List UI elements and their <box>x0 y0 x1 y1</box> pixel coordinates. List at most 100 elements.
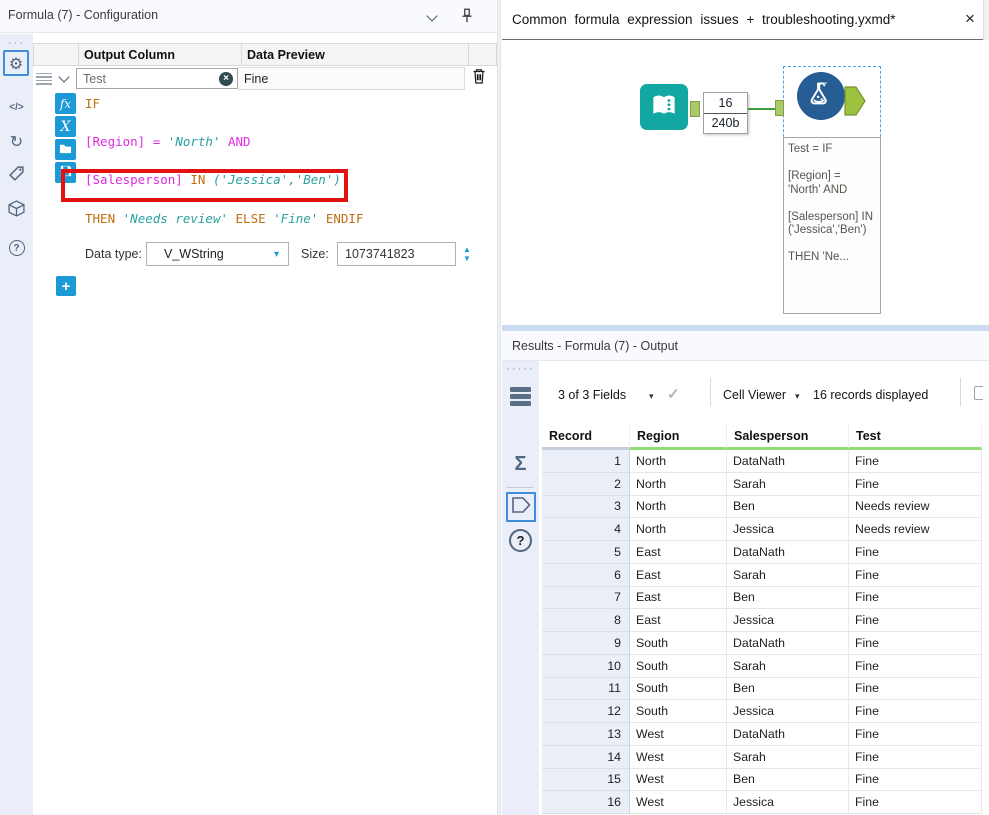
output-column-input[interactable]: Test × <box>76 68 238 89</box>
toolbar-overflow-icon[interactable] <box>974 386 983 400</box>
expression-line[interactable]: IF <box>85 96 485 134</box>
cell-sal: Sarah <box>727 563 849 587</box>
formula-field-row: Test × Fine <box>33 66 497 91</box>
tab-refresh[interactable]: ↻ <box>0 128 33 154</box>
cell-rec: 15 <box>542 768 630 792</box>
cell-reg: East <box>630 609 727 632</box>
tab-configuration[interactable]: ⚙ <box>3 50 29 76</box>
sidebar-divider <box>507 487 533 488</box>
input-anchor[interactable] <box>775 100 784 116</box>
workflow-canvas-panel: Common formula expression issues + troub… <box>502 0 989 331</box>
cell-reg: West <box>630 791 727 814</box>
clear-field-icon[interactable]: × <box>219 71 233 86</box>
tab-annotation[interactable] <box>0 163 33 189</box>
open-expression-button[interactable] <box>55 139 76 160</box>
chevron-down-icon[interactable]: ▾ <box>649 391 654 402</box>
chevron-down-icon[interactable]: ▾ <box>795 391 800 402</box>
column-header-salesperson[interactable]: Salesperson <box>727 425 849 450</box>
connection-line[interactable] <box>748 108 778 110</box>
header-spacer <box>34 44 79 65</box>
results-table-header: Record Region Salesperson Test <box>542 425 982 450</box>
panel-splitter-vertical[interactable] <box>497 0 501 815</box>
alteryx-designer-window: Formula (7) - Configuration ··· ⚙ </> ↻ … <box>0 0 989 815</box>
cell-reg: West <box>630 768 727 792</box>
cell-sal: Ben <box>727 768 849 792</box>
grid-view-icon[interactable] <box>510 387 531 406</box>
cell-rec: 6 <box>542 563 630 587</box>
row-drag-handle-icon[interactable] <box>36 72 52 85</box>
cell-test: Fine <box>849 609 982 632</box>
column-header-record[interactable]: Record <box>542 425 630 450</box>
spinner-up-icon[interactable]: ▲ <box>463 245 471 254</box>
tab-help[interactable]: ? <box>0 235 33 261</box>
row-expand-chevron-icon[interactable] <box>58 71 70 83</box>
data-type-dropdown[interactable]: V_WString ▾ <box>146 242 289 266</box>
question-icon: ? <box>509 529 532 552</box>
connection-records: 16 <box>704 93 747 114</box>
cell-reg: South <box>630 677 727 701</box>
add-expression-button[interactable]: + <box>56 276 76 296</box>
data-type-value: V_WString <box>164 247 224 261</box>
delete-expression-button[interactable] <box>465 67 493 90</box>
output-anchor[interactable] <box>690 101 700 117</box>
cell-reg: North <box>630 472 727 496</box>
tab-package[interactable] <box>0 198 33 224</box>
table-row: 8 East Jessica Fine <box>542 609 982 632</box>
close-icon[interactable]: × <box>965 9 975 29</box>
cell-rec: 16 <box>542 791 630 814</box>
tag-icon <box>8 165 25 187</box>
table-row: 12 South Jessica Fine <box>542 700 982 723</box>
output-anchor-selected[interactable] <box>844 86 866 121</box>
cell-reg: South <box>630 654 727 678</box>
cell-reg: South <box>630 632 727 655</box>
table-row: 10 South Sarah Fine <box>542 654 982 678</box>
connection-record-count-label[interactable]: 16 240b <box>703 92 748 134</box>
table-row: 6 East Sarah Fine <box>542 563 982 587</box>
cell-viewer-dropdown[interactable]: Cell Viewer <box>723 388 786 402</box>
insert-function-button[interactable]: fx <box>55 93 76 114</box>
spinner-down-icon[interactable]: ▼ <box>463 254 471 263</box>
results-help-button[interactable]: ? <box>509 529 532 552</box>
cell-test: Fine <box>849 745 982 769</box>
column-header-test[interactable]: Test <box>849 425 982 450</box>
column-header-region[interactable]: Region <box>630 425 727 450</box>
cell-test: Fine <box>849 563 982 587</box>
cell-reg: East <box>630 563 727 587</box>
cell-test: Fine <box>849 472 982 496</box>
insert-variable-button[interactable]: X <box>55 116 76 137</box>
results-header: Results - Formula (7) - Output <box>502 331 989 361</box>
fields-dropdown[interactable]: 3 of 3 Fields <box>558 388 626 402</box>
cell-rec: 12 <box>542 700 630 723</box>
results-drag-handle[interactable]: ····· <box>502 363 539 375</box>
pin-icon[interactable] <box>458 6 476 31</box>
cell-test: Needs review <box>849 518 982 541</box>
table-row: 4 North Jessica Needs review <box>542 518 982 541</box>
results-sidebar: ····· Σ ? <box>502 361 539 815</box>
data-view-selected[interactable] <box>506 492 536 522</box>
cell-test: Fine <box>849 700 982 723</box>
apply-check-icon[interactable]: ✓ <box>667 385 680 403</box>
tool-annotation-box[interactable]: Test = IF [Region] = 'North' AND [Salesp… <box>783 137 881 314</box>
workflow-tab[interactable]: Common formula expression issues + troub… <box>512 12 896 27</box>
table-row: 13 West DataNath Fine <box>542 723 982 746</box>
config-panel-title: Formula (7) - Configuration <box>8 8 159 22</box>
cell-reg: North <box>630 518 727 541</box>
sigma-icon[interactable]: Σ <box>502 453 539 476</box>
expression-line[interactable]: [Region] = 'North' AND <box>85 134 485 172</box>
tab-scrollbar[interactable] <box>983 0 989 40</box>
code-icon: </> <box>9 101 24 113</box>
cell-reg: East <box>630 586 727 610</box>
collapse-chevron-icon[interactable] <box>426 10 438 22</box>
cell-rec: 14 <box>542 745 630 769</box>
cell-reg: South <box>630 700 727 723</box>
text-input-tool[interactable] <box>640 84 688 130</box>
size-stepper[interactable]: ▲ ▼ <box>459 242 475 266</box>
size-input[interactable]: 1073741823 <box>337 242 456 266</box>
cell-test: Fine <box>849 654 982 678</box>
sidebar-drag-handle[interactable]: ··· <box>0 37 33 49</box>
formula-table-header: Output Column Data Preview <box>33 43 497 66</box>
data-type-label: Data type: <box>85 247 142 261</box>
cell-sal: Jessica <box>727 700 849 723</box>
tab-expression-code[interactable]: </> <box>0 94 33 120</box>
formula-tool[interactable] <box>797 72 845 120</box>
